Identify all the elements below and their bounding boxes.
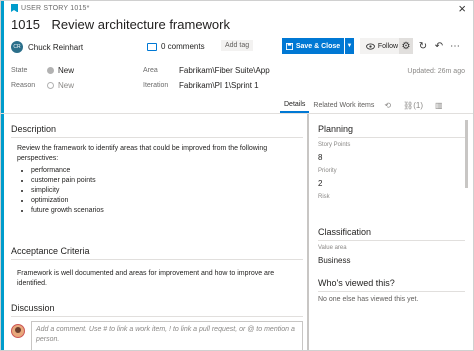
follow-label: Follow <box>377 42 399 50</box>
state-value[interactable]: New <box>58 66 74 75</box>
right-pane-scrollbar[interactable] <box>465 120 468 188</box>
work-item-id: 1015 <box>11 17 40 32</box>
comments-count: 0 comments <box>161 42 205 51</box>
tab-bar: Details Related Work items ⟲ ⛓ (1) ▥ <box>280 97 473 113</box>
comment-input[interactable]: Add a comment. Use # to link a work item… <box>31 321 303 350</box>
reason-value[interactable]: New <box>58 81 74 90</box>
description-editor[interactable]: Review the framework to identify areas t… <box>17 144 302 216</box>
list-item: optimization <box>31 196 302 206</box>
page-title[interactable]: 1015 Review architecture framework <box>11 17 230 32</box>
work-item-type-color-bar <box>1 1 4 350</box>
state-label: State <box>11 67 28 74</box>
priority-value[interactable]: 2 <box>318 179 322 188</box>
list-item: customer pain points <box>31 176 302 186</box>
reason-dot-icon <box>47 82 54 89</box>
tab-details[interactable]: Details <box>280 97 310 113</box>
priority-label: Priority <box>318 168 337 174</box>
save-close-button[interactable]: Save & Close <box>282 38 344 54</box>
tab-links[interactable]: ⛓ (1) <box>397 97 429 113</box>
more-actions-icon[interactable]: ⋯ <box>448 38 462 54</box>
classification-heading: Classification <box>318 227 372 237</box>
owner-name[interactable]: Chuck Reinhart <box>28 43 83 52</box>
undo-icon[interactable]: ↶ <box>432 38 446 54</box>
risk-label: Risk <box>318 194 330 200</box>
description-divider <box>11 137 303 138</box>
who-viewed-text: No one else has viewed this yet. <box>318 296 419 303</box>
avatar <box>11 324 25 338</box>
discussion-row: Add a comment. Use # to link a work item… <box>11 321 303 350</box>
links-count: (1) <box>413 100 423 110</box>
acceptance-criteria-editor[interactable]: Framework is well documented and areas f… <box>17 269 302 289</box>
planning-heading: Planning <box>318 124 354 134</box>
iteration-field[interactable]: Iteration Fabrikam\PI 1\Sprint 1 <box>143 81 259 90</box>
work-item-title[interactable]: Review architecture framework <box>52 17 230 32</box>
value-area-value[interactable]: Business <box>318 256 350 265</box>
tab-related-work-items[interactable]: Related Work items <box>309 97 378 113</box>
area-field[interactable]: Area Fabrikam\Fiber Suite\App <box>143 66 270 75</box>
list-item: performance <box>31 166 302 176</box>
close-icon[interactable]: × <box>458 2 466 15</box>
attachment-icon[interactable]: ▥ <box>429 97 449 113</box>
story-points-label: Story Points <box>318 142 351 148</box>
who-viewed-heading: Who's viewed this? <box>318 278 395 288</box>
reason-field[interactable]: Reason New <box>11 81 74 90</box>
header-divider <box>1 113 473 114</box>
owner-avatar[interactable]: CR <box>11 41 23 53</box>
comment-icon <box>147 42 157 51</box>
who-viewed-divider <box>318 291 465 292</box>
state-field[interactable]: State New <box>11 66 74 75</box>
story-points-value[interactable]: 8 <box>318 153 322 162</box>
follow-button[interactable]: Follow <box>360 38 404 54</box>
classification-divider <box>318 240 465 241</box>
iteration-label: Iteration <box>143 82 169 89</box>
save-options-chevron-icon[interactable]: ▼ <box>344 38 354 54</box>
area-label: Area <box>143 67 158 74</box>
refresh-icon[interactable]: ↻ <box>416 38 430 54</box>
list-item: future growth scenarios <box>31 206 302 216</box>
user-story-icon <box>11 4 18 12</box>
header-toolbar: CR Chuck Reinhart 0 comments Add tag Sav… <box>11 38 471 55</box>
acceptance-criteria-heading: Acceptance Criteria <box>11 246 90 256</box>
gear-icon[interactable]: ⚙ <box>399 38 413 54</box>
updated-timestamp[interactable]: Updated: 26m ago <box>407 68 465 75</box>
discussion-divider <box>11 316 303 317</box>
iteration-value[interactable]: Fabrikam\PI 1\Sprint 1 <box>179 81 259 90</box>
list-item: simplicity <box>31 186 302 196</box>
history-icon[interactable]: ⟲ <box>378 97 397 113</box>
discussion-heading: Discussion <box>11 303 55 313</box>
breadcrumb: USER STORY 1015* <box>11 4 90 12</box>
save-icon <box>285 42 293 50</box>
description-text: Review the framework to identify areas t… <box>17 145 268 162</box>
work-item-form: USER STORY 1015* × 1015 Review architect… <box>0 0 474 351</box>
area-value[interactable]: Fabrikam\Fiber Suite\App <box>179 66 270 75</box>
planning-divider <box>318 137 465 138</box>
value-area-label: Value area <box>318 245 347 251</box>
eye-icon <box>366 42 375 50</box>
breadcrumb-label: USER STORY 1015* <box>21 4 90 12</box>
description-heading: Description <box>11 124 57 134</box>
save-close-label: Save & Close <box>295 42 341 50</box>
acceptance-divider <box>11 259 303 260</box>
description-list: performance customer pain points simplic… <box>31 166 302 216</box>
left-pane-scrollbar[interactable] <box>307 114 309 350</box>
comments-link[interactable]: 0 comments <box>147 42 205 51</box>
state-dot-icon <box>47 67 54 74</box>
link-icon: ⛓ <box>403 100 414 110</box>
reason-label: Reason <box>11 82 36 89</box>
add-tag-button[interactable]: Add tag <box>221 40 254 51</box>
